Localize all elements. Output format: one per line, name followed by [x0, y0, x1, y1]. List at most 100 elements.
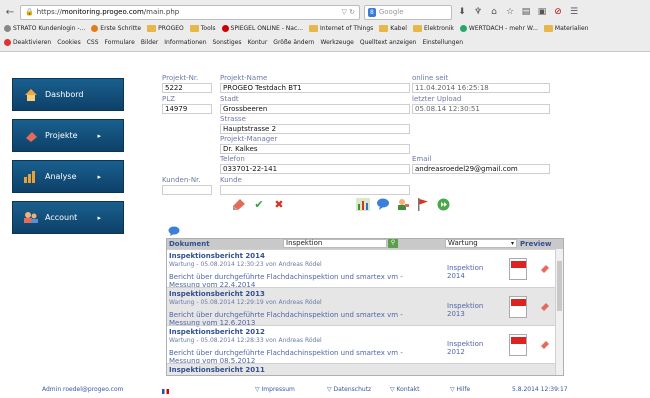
tool-sonstiges[interactable]: Sonstiges — [213, 39, 242, 46]
flag-icon[interactable] — [416, 197, 430, 211]
projekt-nr-field[interactable]: 5222 — [162, 83, 212, 93]
tool-werkzeuge[interactable]: Werkzeuge — [320, 39, 353, 46]
home-icon — [23, 88, 39, 102]
table-row[interactable]: Inspektionsbericht 2011 — [167, 363, 563, 375]
bookmark-elektronik[interactable]: Elektronik — [412, 25, 454, 32]
project-actions — [356, 197, 450, 211]
telefon-field[interactable]: 033701-22-141 — [220, 164, 410, 174]
back-icon[interactable]: ← — [4, 6, 16, 18]
chevron-right-icon: ▸ — [97, 213, 101, 222]
extension-icon[interactable]: ♆ — [472, 6, 484, 18]
edit-icon[interactable] — [540, 340, 550, 352]
chart-icon[interactable] — [356, 197, 370, 211]
kunde-field[interactable] — [220, 185, 410, 195]
footer-datetime: 5.8.2014 12:39:17 — [512, 386, 568, 393]
projekt-name-label: Projekt-Name — [220, 74, 268, 82]
url-path: /main.php — [143, 8, 180, 16]
search-bar[interactable]: 8 Google — [364, 4, 452, 20]
column-dokument: Dokument — [169, 240, 210, 248]
table-row[interactable]: Inspektionsbericht 2012 Wartung - 05.08.… — [167, 325, 563, 365]
url-bar[interactable]: 🔒 https://monitoring.progeo.com/main.php… — [20, 4, 360, 20]
pdf-icon[interactable] — [509, 258, 527, 280]
comment-icon[interactable] — [168, 226, 180, 238]
bookmark-materialien[interactable]: Materialien — [543, 25, 588, 32]
addon-icon[interactable]: ▣ — [536, 6, 548, 18]
documents-header: Dokument Inspektion ⚲ Wartung ▾ Preview — [167, 239, 563, 249]
tool-informationen[interactable]: Informationen — [164, 39, 206, 46]
tool-groesse[interactable]: Größe ändern — [273, 39, 314, 46]
comment-icon[interactable] — [376, 197, 390, 211]
bookmark-wertdach[interactable]: WERTDACH - mehr W... — [459, 25, 538, 32]
category-select[interactable]: Wartung ▾ — [445, 239, 517, 248]
sidebar-item-dashbord[interactable]: Dashbord — [12, 78, 124, 111]
document-title[interactable]: Inspektionsbericht 2013 — [169, 290, 265, 298]
forward-icon[interactable] — [436, 197, 450, 211]
home-icon[interactable]: ⌂ — [488, 6, 500, 18]
user-edit-icon[interactable] — [396, 197, 410, 211]
document-title[interactable]: Inspektionsbericht 2014 — [169, 252, 265, 260]
bookmark-tools[interactable]: Tools — [189, 25, 216, 32]
bookmark-strato[interactable]: STRATO Kundenlogin -... — [4, 25, 85, 32]
manager-field[interactable]: Dr. Kalkes — [220, 144, 410, 154]
search-icon[interactable]: ⚲ — [388, 239, 398, 248]
hilfe-link[interactable]: ▽ Hilfe — [450, 386, 470, 393]
url-bar-row: ← 🔒 https://monitoring.progeo.com/main.p… — [0, 2, 650, 22]
star-icon[interactable]: ☆ — [504, 6, 516, 18]
table-row[interactable]: Inspektionsbericht 2013 Wartung - 05.08.… — [167, 287, 563, 327]
pdf-icon[interactable] — [509, 296, 527, 318]
impressum-link[interactable]: ▽ Impressum — [255, 386, 295, 393]
fr-flag-icon[interactable] — [162, 389, 169, 394]
download-icon[interactable]: ⬇ — [456, 6, 468, 18]
sidebar-item-projekte[interactable]: Projekte ▸ — [12, 119, 124, 152]
strasse-field[interactable]: Hauptstrasse 2 — [220, 124, 410, 134]
tool-einstellungen[interactable]: Einstellungen — [422, 39, 463, 46]
save-icon[interactable]: ✔ — [252, 197, 266, 211]
menu-icon[interactable]: ☰ — [568, 6, 580, 18]
cancel-icon[interactable]: ✖ — [272, 197, 286, 211]
abp-icon[interactable]: ⊘ — [552, 6, 564, 18]
document-type: Inspektion 2012 — [447, 340, 484, 356]
bookmark-spiegel[interactable]: SPIEGEL ONLINE - Nac... — [221, 25, 303, 32]
scrollbar-thumb[interactable] — [557, 261, 562, 311]
tool-css[interactable]: CSS — [87, 39, 99, 46]
document-title[interactable]: Inspektionsbericht 2011 — [169, 366, 265, 374]
manager-label: Projekt-Manager — [220, 135, 278, 143]
tool-bilder[interactable]: Bilder — [141, 39, 158, 46]
sidebar-item-analyse[interactable]: Analyse ▸ — [12, 160, 124, 193]
kontakt-link[interactable]: ▽ Kontakt — [390, 386, 420, 393]
category-select-value: Wartung — [448, 239, 478, 247]
chevron-right-icon: ▸ — [97, 131, 101, 140]
pdf-icon[interactable] — [509, 334, 527, 356]
scrollbar[interactable] — [555, 249, 563, 375]
tool-deaktivieren[interactable]: Deaktivieren — [4, 39, 51, 46]
clipboard-icon[interactable]: ▤ — [520, 6, 532, 18]
tool-quelltext[interactable]: Quelltext anzeigen — [360, 39, 417, 46]
plz-field[interactable]: 14979 — [162, 104, 212, 114]
document-title[interactable]: Inspektionsbericht 2012 — [169, 328, 265, 336]
edit-icon[interactable] — [232, 197, 246, 211]
edit-icon[interactable] — [540, 264, 550, 276]
table-row[interactable]: Inspektionsbericht 2014 Wartung - 05.08.… — [167, 249, 563, 289]
bookmark-progeo[interactable]: PROGEO — [147, 25, 184, 32]
sidebar-item-label: Projekte — [45, 131, 78, 140]
stadt-field[interactable]: Grossbeeren — [220, 104, 410, 114]
edit-icon[interactable] — [540, 302, 550, 314]
tool-cookies[interactable]: Cookies — [57, 39, 81, 46]
document-filter-input[interactable]: Inspektion — [283, 239, 387, 248]
email-field[interactable]: andreasroedel29@gmail.com — [412, 164, 550, 174]
tool-kontur[interactable]: Kontur — [248, 39, 268, 46]
bookmark-kabel[interactable]: Kabel — [379, 25, 407, 32]
reload-icon[interactable]: ▽ ↻ — [342, 8, 355, 16]
online-seit-field: 11.04.2014 16:25:18 — [412, 83, 550, 93]
document-type: Inspektion 2014 — [447, 264, 484, 280]
projekt-nr-label: Projekt-Nr. — [162, 74, 199, 82]
datenschutz-link[interactable]: ▽ Datenschutz — [327, 386, 371, 393]
projekt-name-field[interactable]: PROGEO Testdach BT1 — [220, 83, 410, 93]
sidebar-item-label: Account — [45, 213, 78, 222]
sidebar-item-account[interactable]: Account ▸ — [12, 201, 124, 234]
bookmark-erste-schritte[interactable]: Erste Schritte — [91, 25, 141, 32]
admin-email[interactable]: Admin roedel@progeo.com — [42, 386, 124, 393]
tool-formulare[interactable]: Formulare — [105, 39, 135, 46]
bookmark-iot[interactable]: Internet of Things — [309, 25, 373, 32]
kunden-nr-field[interactable] — [162, 185, 212, 195]
